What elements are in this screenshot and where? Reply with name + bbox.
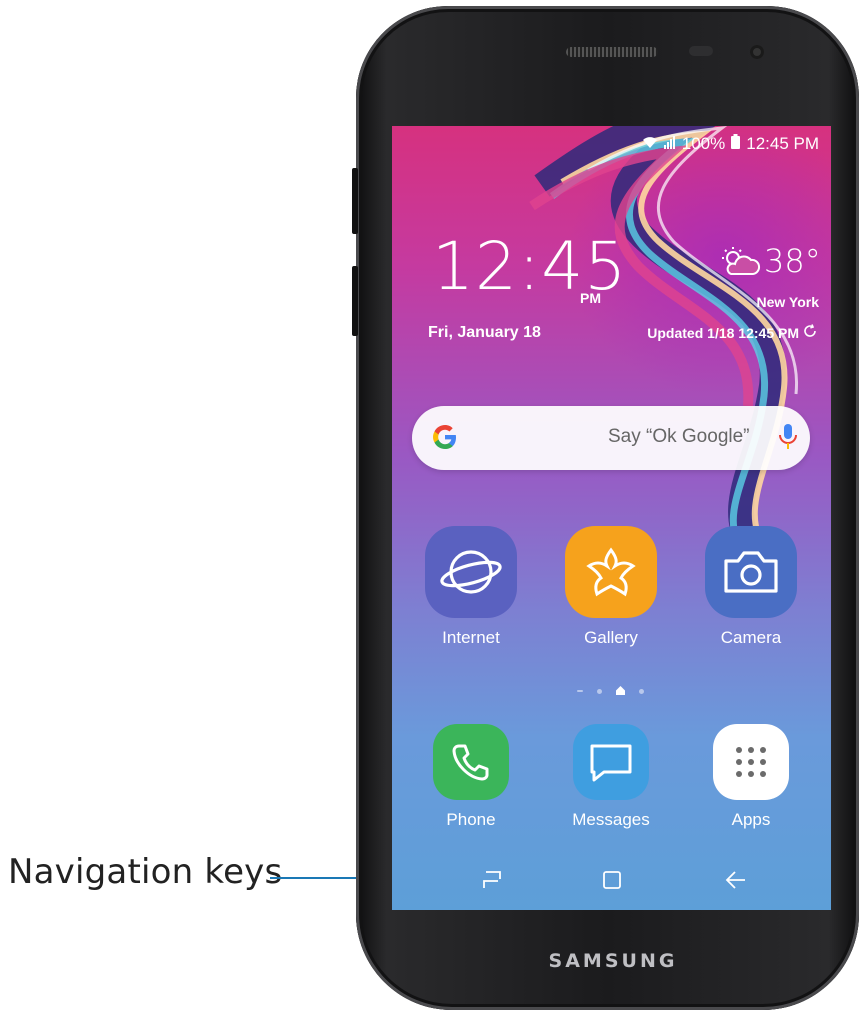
phone-icon bbox=[433, 724, 509, 800]
app-label: Camera bbox=[720, 628, 782, 647]
app-apps[interactable]: Apps bbox=[696, 724, 806, 830]
app-label: Gallery bbox=[584, 628, 638, 647]
home-icon[interactable] bbox=[592, 864, 632, 896]
refresh-icon[interactable] bbox=[803, 324, 817, 341]
earpiece-speaker bbox=[566, 47, 658, 57]
internet-icon bbox=[425, 526, 517, 618]
app-label: Internet bbox=[442, 628, 500, 647]
gallery-icon bbox=[565, 526, 657, 618]
brand-logo: SAMSUNG bbox=[548, 950, 678, 972]
navigation-bar bbox=[392, 850, 831, 910]
battery-percent: 100% bbox=[681, 134, 726, 153]
app-label: Apps bbox=[731, 810, 771, 829]
wifi-icon bbox=[642, 134, 658, 154]
app-gallery[interactable]: Gallery bbox=[556, 526, 666, 648]
app-phone[interactable]: Phone bbox=[416, 724, 526, 830]
clock-date: Fri, January 18 bbox=[428, 324, 541, 341]
home-screen: 100% 12:45 PM 12:45 PM Fri, January 18 3… bbox=[392, 126, 831, 910]
page-dot[interactable] bbox=[577, 690, 583, 692]
app-camera[interactable]: Camera bbox=[696, 526, 806, 648]
app-label: Messages bbox=[572, 810, 650, 829]
proximity-sensor bbox=[689, 46, 713, 56]
partly-cloudy-icon[interactable] bbox=[717, 246, 761, 283]
temperature: 38° bbox=[764, 242, 821, 280]
recents-icon[interactable] bbox=[472, 864, 512, 896]
google-search-bar[interactable]: Say “Ok Google” bbox=[412, 406, 810, 470]
back-icon[interactable] bbox=[716, 864, 756, 896]
page-indicator[interactable] bbox=[577, 682, 644, 700]
page-dot[interactable] bbox=[597, 688, 602, 694]
clock-ampm: PM bbox=[580, 290, 601, 306]
weather-updated-text: Updated 1/18 12:45 PM bbox=[647, 324, 799, 341]
signal-icon bbox=[663, 134, 676, 154]
weather-city: New York bbox=[756, 294, 819, 310]
volume-button bbox=[352, 168, 358, 234]
front-camera bbox=[750, 45, 764, 59]
app-internet[interactable]: Internet bbox=[416, 526, 526, 648]
mic-icon[interactable] bbox=[778, 420, 798, 459]
app-label: Phone bbox=[446, 810, 496, 829]
status-time: 12:45 PM bbox=[746, 134, 819, 153]
weather-updated: Updated 1/18 12:45 PM bbox=[647, 324, 817, 341]
google-g-icon bbox=[430, 422, 460, 457]
status-bar: 100% 12:45 PM bbox=[642, 134, 819, 154]
apps-grid-icon bbox=[713, 724, 789, 800]
battery-icon bbox=[731, 134, 741, 154]
navigation-keys-callout: Navigation keys bbox=[8, 852, 283, 892]
search-hint: Say “Ok Google” bbox=[608, 426, 750, 447]
app-messages[interactable]: Messages bbox=[556, 724, 666, 830]
home-page-icon[interactable] bbox=[616, 682, 625, 700]
bixby-button bbox=[352, 266, 358, 336]
camera-icon bbox=[705, 526, 797, 618]
messages-icon bbox=[573, 724, 649, 800]
page-dot[interactable] bbox=[639, 688, 644, 694]
